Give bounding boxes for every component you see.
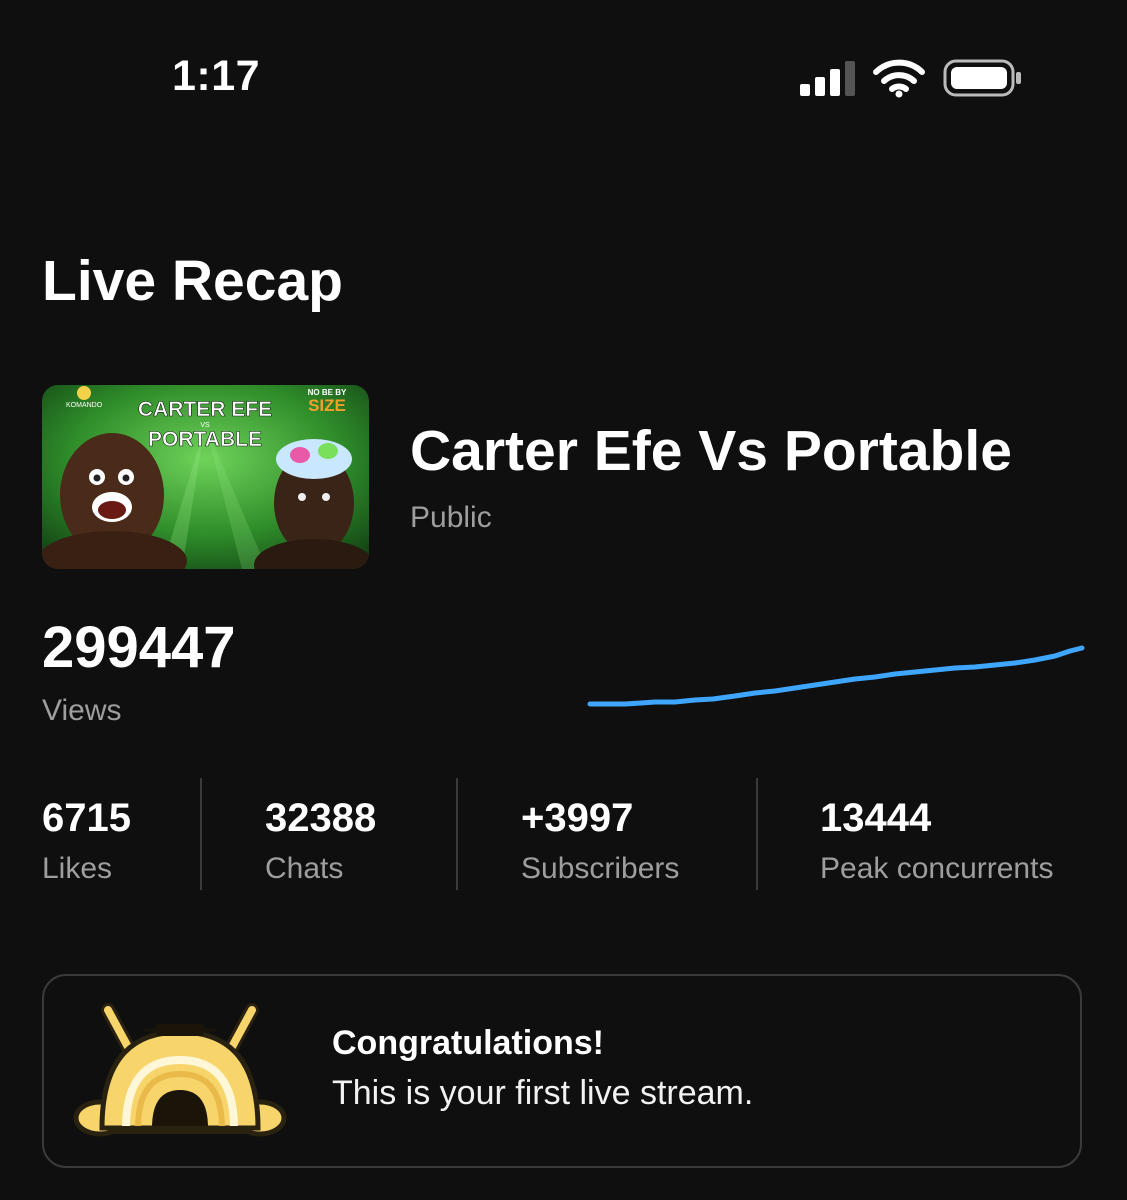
congratulations-card[interactable]: Congratulations! This is your first live…: [42, 974, 1082, 1168]
views-count: 299447: [42, 615, 236, 680]
stat-value: +3997: [521, 796, 634, 840]
status-time: 1:17: [172, 52, 261, 100]
stat-divider: [756, 778, 758, 890]
stat-label: Likes: [42, 852, 113, 885]
cellular-signal-icon: [800, 61, 855, 96]
status-bar: 1:17: [0, 0, 1127, 150]
video-title[interactable]: Carter Efe Vs Portable: [410, 418, 1012, 484]
stat-label: Chats: [265, 852, 344, 885]
thumbnail-headline-1: CARTER EFE: [138, 398, 272, 421]
stat-peak-concurrents: 13444 Peak concurrents: [820, 795, 1053, 887]
stat-label: Peak concurrents: [820, 852, 1054, 885]
congratulations-message: This is your first live stream.: [332, 1074, 754, 1112]
first-stream-badge-icon: [73, 1003, 287, 1137]
views-trend-line: [587, 645, 1085, 707]
stat-divider: [200, 778, 202, 890]
thumbnail-tag-big: SIZE: [308, 396, 346, 415]
stat-divider: [456, 778, 458, 890]
battery-icon: [943, 59, 1021, 97]
stat-value: 13444: [820, 796, 932, 840]
stat-label: Subscribers: [521, 852, 680, 885]
page-title: Live Recap: [42, 249, 343, 313]
live-recap-screen: 1:17 Live Recap KOMANDO CARTER EFE VS PO…: [0, 0, 1127, 1200]
thumbnail-headline-2: PORTABLE: [148, 428, 262, 451]
wifi-icon: [873, 59, 925, 98]
views-label: Views: [42, 694, 122, 727]
visibility-status: Public: [410, 501, 492, 534]
congratulations-title: Congratulations!: [332, 1024, 604, 1062]
thumbnail-logo-text: KOMANDO: [66, 402, 103, 409]
stat-value: 6715: [42, 796, 131, 840]
stat-likes: 6715 Likes: [42, 795, 131, 887]
stat-subscribers: +3997 Subscribers: [521, 795, 679, 887]
video-thumbnail[interactable]: KOMANDO CARTER EFE VS PORTABLE NO BE BY …: [42, 385, 369, 569]
stat-value: 32388: [265, 796, 377, 840]
stat-chats: 32388 Chats: [265, 795, 376, 887]
views-trend-sparkline: [587, 645, 1085, 707]
